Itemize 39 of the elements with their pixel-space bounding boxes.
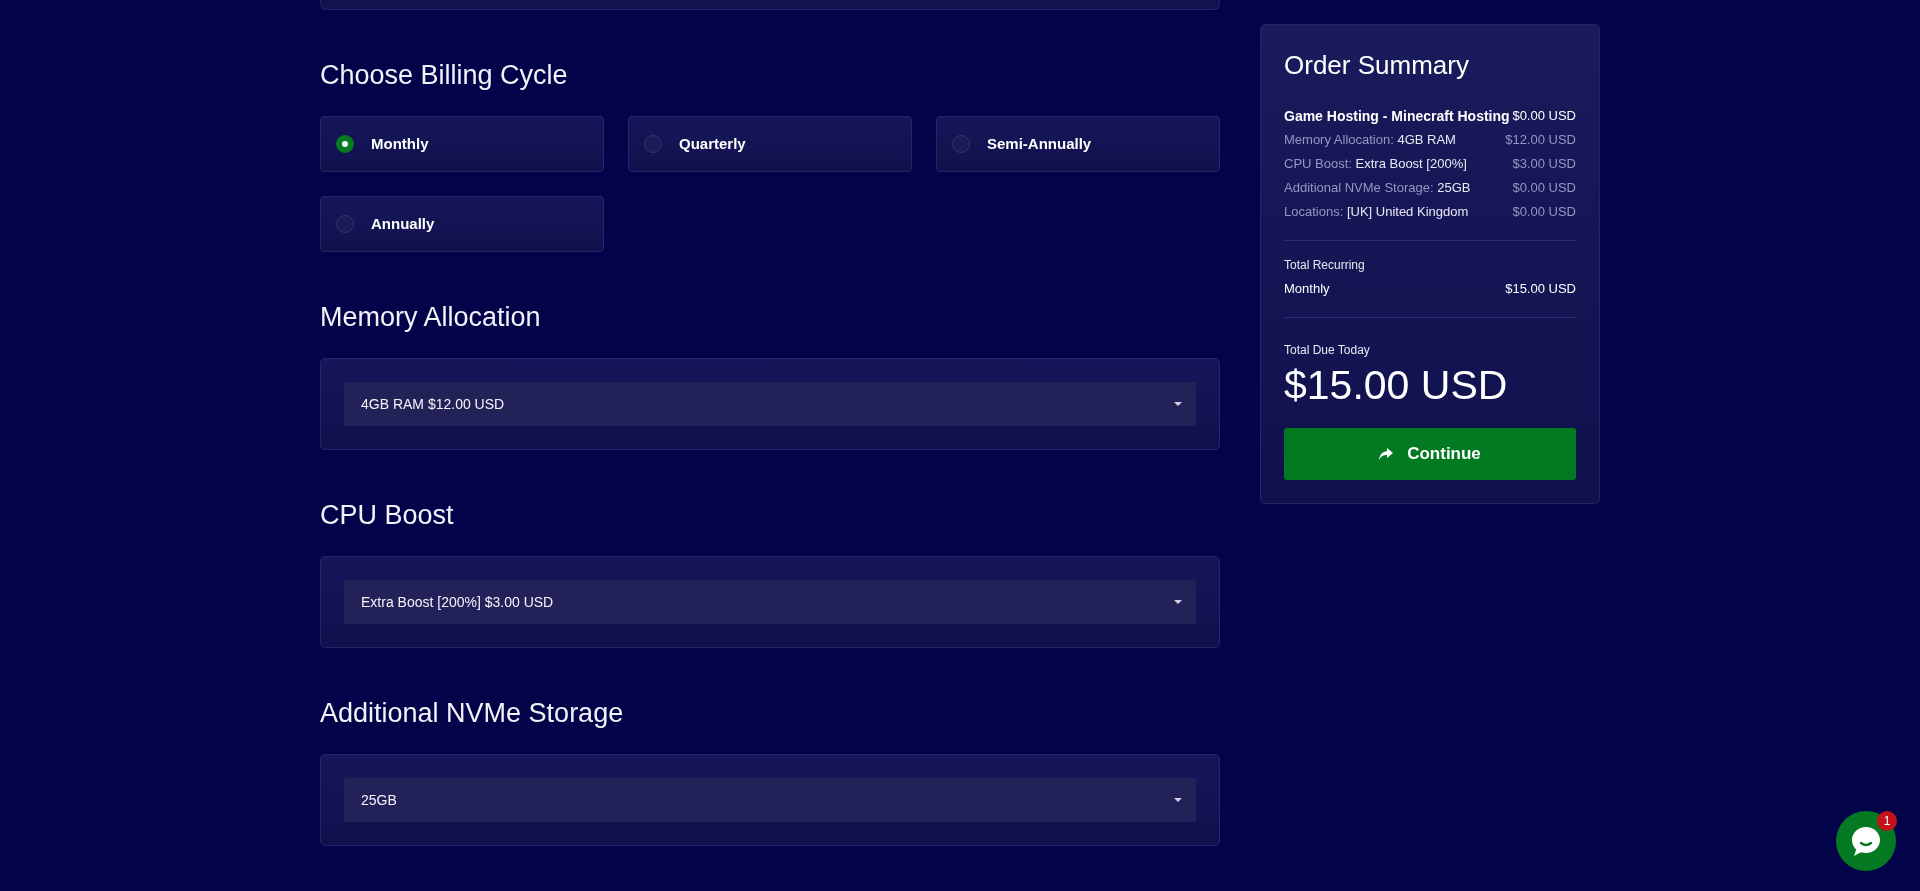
caret-icon bbox=[1174, 600, 1182, 604]
section-heading: Memory Allocation bbox=[320, 301, 542, 333]
billing-option[interactable]: Monthly bbox=[320, 116, 604, 172]
radio-button[interactable] bbox=[336, 135, 354, 153]
product-price: $0.00 USD bbox=[1512, 107, 1576, 126]
total-recurring-label: Total Recurring bbox=[1284, 258, 1365, 272]
billing-option[interactable]: Quarterly bbox=[628, 116, 912, 172]
product-name: Game Hosting - Minecraft Hosting bbox=[1284, 106, 1510, 126]
item-price: $12.00 USD bbox=[1505, 131, 1576, 150]
summary-item: Memory Allocation: 4GB RAM bbox=[1284, 131, 1456, 150]
billing-cycle-text: Monthly bbox=[1284, 280, 1330, 299]
summary-title: Order Summary bbox=[1284, 49, 1470, 81]
section-heading: Choose Billing Cycle bbox=[320, 59, 569, 91]
caret-icon bbox=[1174, 402, 1182, 406]
radio-button[interactable] bbox=[952, 135, 970, 153]
billing-option[interactable]: Semi-Annually bbox=[936, 116, 1220, 172]
item-price: $3.00 USD bbox=[1512, 155, 1576, 174]
dropdown-field[interactable]: 25GB bbox=[344, 778, 1196, 822]
chat-button[interactable] bbox=[1836, 811, 1896, 871]
total-due-amount: $15.00 USD bbox=[1284, 362, 1509, 408]
summary-item: CPU Boost: Extra Boost [200%] bbox=[1284, 155, 1467, 174]
radio-button[interactable] bbox=[336, 215, 354, 233]
share-arrow-icon bbox=[1379, 448, 1394, 460]
summary-item: Locations: [UK] United Kingdom bbox=[1284, 203, 1469, 222]
summary-item: Additional NVMe Storage: 25GB bbox=[1284, 179, 1471, 198]
dropdown-field[interactable]: 4GB RAM $12.00 USD bbox=[344, 382, 1196, 426]
chat-bubble-icon bbox=[1852, 826, 1880, 856]
billing-option[interactable]: Annually bbox=[320, 196, 604, 252]
item-price: $0.00 USD bbox=[1512, 179, 1576, 198]
continue-button[interactable]: Continue bbox=[1284, 428, 1576, 480]
notification-badge: 1 bbox=[1877, 811, 1897, 831]
radio-button[interactable] bbox=[644, 135, 662, 153]
recurring-price: $15.00 USD bbox=[1505, 280, 1576, 299]
section-heading: Additional NVMe Storage bbox=[320, 697, 625, 729]
dropdown-field[interactable]: Extra Boost [200%] $3.00 USD bbox=[344, 580, 1196, 624]
caret-icon bbox=[1174, 798, 1182, 802]
total-due-label: Total Due Today bbox=[1284, 343, 1370, 357]
item-price: $0.00 USD bbox=[1512, 203, 1576, 222]
section-heading: CPU Boost bbox=[320, 499, 455, 531]
